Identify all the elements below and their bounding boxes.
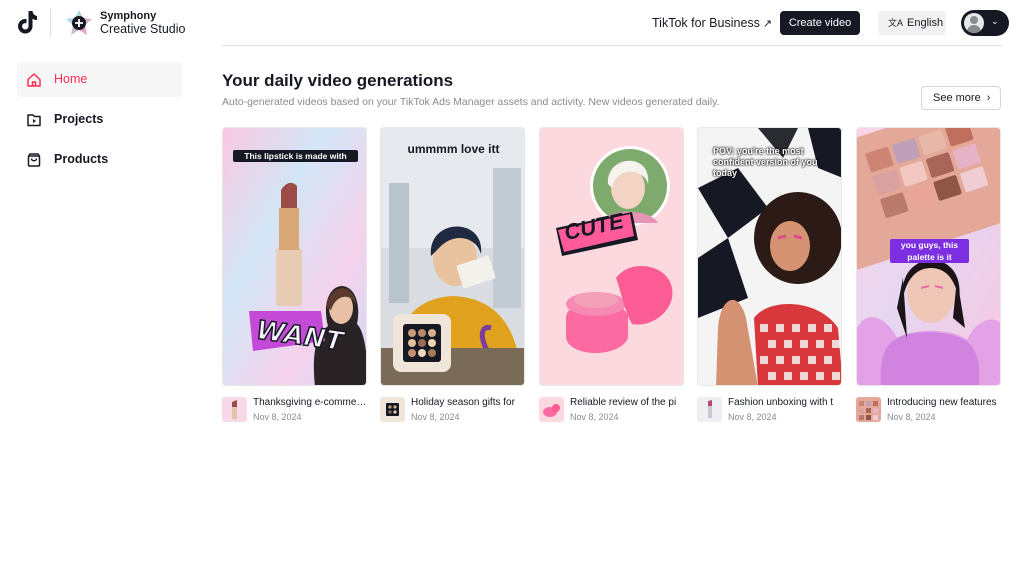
video-date: Nov 8, 2024 <box>887 412 936 422</box>
video-date: Nov 8, 2024 <box>570 412 619 422</box>
video-date: Nov 8, 2024 <box>411 412 460 422</box>
video-caption: ummmm love itt <box>407 142 500 156</box>
shopping-bag-icon <box>27 153 41 167</box>
chevron-right-icon: › <box>986 92 991 104</box>
video-thumbnail[interactable]: CUTE <box>539 127 684 386</box>
video-date: Nov 8, 2024 <box>253 412 302 422</box>
sidebar-item-label: Projects <box>54 112 104 126</box>
video-caption: This lipstick is made with <box>233 150 358 163</box>
video-title[interactable]: Introducing new features <box>887 397 1001 409</box>
lip-balm-video-image <box>540 128 683 385</box>
video-thumbnail[interactable]: ummmm love itt <box>380 127 525 386</box>
home-icon <box>27 73 41 87</box>
tiktok-logo-icon[interactable] <box>16 10 40 36</box>
sidebar-item-label: Products <box>54 152 109 166</box>
see-more-button[interactable]: See more › <box>921 86 1001 110</box>
video-title[interactable]: Holiday season gifts for <box>411 397 525 409</box>
brand-product-name: Creative Studio <box>100 22 186 36</box>
projects-icon <box>27 114 41 127</box>
video-card[interactable]: POV: you're the most confident version o… <box>697 127 842 425</box>
video-date: Nov 8, 2024 <box>728 412 777 422</box>
video-thumbnail[interactable]: you guys, this palette is it <box>856 127 1001 386</box>
header-divider <box>222 45 1002 46</box>
video-card[interactable]: CUTE Reliable review of the pi Nov 8, 20… <box>539 127 684 425</box>
sidebar-item-label: Home <box>54 72 88 86</box>
language-label: English <box>907 17 944 29</box>
top-header: Symphony Creative Studio TikTok for Busi… <box>0 0 1024 46</box>
language-selector[interactable]: 文A English <box>878 11 946 35</box>
tiktok-for-business-link[interactable]: TikTok for Business ↗ <box>652 15 772 32</box>
translate-icon: 文A <box>888 18 904 28</box>
section-subtitle: Auto-generated videos based on your TikT… <box>222 96 720 108</box>
video-card[interactable]: you guys, this palette is it Introducing… <box>856 127 1001 425</box>
sidebar-item-projects[interactable]: Projects <box>17 102 182 137</box>
logo-separator <box>50 9 51 37</box>
see-more-label: See more <box>933 92 981 104</box>
symphony-logo-icon[interactable] <box>64 9 94 37</box>
video-title[interactable]: Thanksgiving e-commerce <box>253 397 367 409</box>
product-thumbnail-icon <box>539 397 564 422</box>
video-thumbnail[interactable]: WANT This lipstick is made with <box>222 127 367 386</box>
section-title: Your daily video generations <box>222 71 454 90</box>
video-card[interactable]: ummmm love itt Holiday season gifts for … <box>380 127 525 425</box>
video-title[interactable]: Fashion unboxing with t <box>728 397 842 409</box>
video-card[interactable]: WANT This lipstick is made with Thanksgi… <box>222 127 367 425</box>
external-arrow-icon: ↗ <box>762 18 773 30</box>
business-link-label: TikTok for Business <box>652 16 760 30</box>
video-thumbnail[interactable]: POV: you're the most confident version o… <box>697 127 842 386</box>
lipstick-video-image: WANT <box>223 128 366 385</box>
palette-review-video-image <box>381 128 524 385</box>
product-thumbnail-icon <box>697 397 722 422</box>
chevron-down-icon: ⌄ <box>991 16 999 26</box>
video-caption: you guys, this palette is it <box>890 239 969 263</box>
avatar <box>964 13 984 33</box>
video-caption: POV: you're the most confident version o… <box>713 146 818 178</box>
video-title[interactable]: Reliable review of the pi <box>570 397 684 409</box>
account-menu-button[interactable]: ⌄ <box>961 10 1009 36</box>
create-video-button[interactable]: Create video <box>780 11 860 35</box>
product-thumbnail-icon <box>856 397 881 422</box>
sidebar-item-products[interactable]: Products <box>17 142 182 177</box>
product-thumbnail-icon <box>222 397 247 422</box>
sidebar-item-home[interactable]: Home <box>17 62 182 97</box>
product-thumbnail-icon <box>380 397 405 422</box>
